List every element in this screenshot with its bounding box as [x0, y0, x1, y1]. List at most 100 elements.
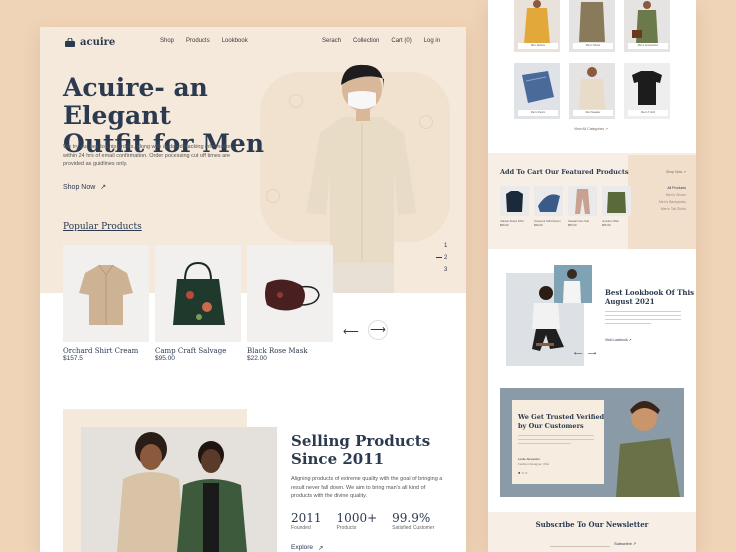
- product-price: $22.00: [247, 355, 267, 362]
- popular-products-heading[interactable]: Popular Products: [63, 222, 142, 232]
- trusted-title-line1: We Get Trusted Verified: [518, 413, 605, 421]
- category-label: Men's Accessories: [628, 43, 668, 49]
- hero-pager: 1 2 3: [436, 240, 447, 276]
- jacket-model-image: [524, 0, 550, 44]
- featured-item-shirt[interactable]: [500, 186, 529, 216]
- sweater-model-image: [579, 67, 605, 109]
- coat-image: [579, 2, 605, 42]
- green-jacket-image: [607, 192, 626, 213]
- pants-image: [575, 189, 590, 214]
- selling-body: Aligning products of extreme quality wit…: [291, 476, 443, 499]
- nav-left: Shop Products Lookbook: [160, 38, 248, 44]
- lookbook-body-lines: [605, 311, 681, 324]
- lookbook-arrows[interactable]: ⟵ ⟶: [574, 350, 596, 357]
- arrow-right-icon[interactable]: ⟶: [368, 320, 388, 340]
- models-photo: [81, 427, 277, 552]
- product-card-bag[interactable]: [155, 245, 241, 342]
- pager-1[interactable]: 1: [436, 240, 447, 252]
- newsletter-email-input[interactable]: [550, 543, 610, 547]
- newsletter-title: Subscribe To Our Newsletter: [535, 520, 649, 529]
- product-name[interactable]: Black Rose Mask: [247, 347, 308, 355]
- filter-item[interactable]: All Products: [656, 185, 686, 192]
- decor-circle: [266, 189, 280, 203]
- category-tile[interactable]: Men Sweater: [569, 63, 615, 119]
- arrow-left-icon[interactable]: ⟵: [343, 325, 359, 338]
- stat-products: 1000+ Products: [336, 511, 378, 531]
- shirt-image: [79, 264, 133, 325]
- view-all-categories-link[interactable]: View All Categories ↗: [574, 127, 608, 131]
- pager-2-active[interactable]: 2: [436, 252, 447, 264]
- category-tile[interactable]: Men Jackets: [514, 0, 560, 52]
- featured-info: Crescent Shirt Denim $99.00: [534, 219, 561, 227]
- stat-satisfied: 99.9% Satisfied Customer: [392, 511, 435, 531]
- product-info-3: Black Rose Mask $22.00: [247, 347, 308, 362]
- hero-title-line1: Acuire- an Elegant: [63, 73, 208, 130]
- featured-item-denim[interactable]: [534, 186, 563, 216]
- product-card-shirt[interactable]: [63, 245, 149, 342]
- pager-3[interactable]: 3: [436, 264, 447, 276]
- testimonial-model-image: [616, 401, 680, 497]
- bag-icon: [65, 38, 75, 47]
- nav-login[interactable]: Log in: [424, 38, 440, 44]
- stat-founded: 2011 Founded: [291, 511, 322, 531]
- nav-products[interactable]: Products: [186, 38, 210, 44]
- brand-logo[interactable]: acuire: [64, 37, 115, 48]
- featured-shop-now[interactable]: Shop Now ↗: [666, 170, 686, 174]
- nav-search[interactable]: Serach: [322, 38, 341, 44]
- mask-image: [265, 279, 320, 311]
- product-price: $95.00: [155, 355, 175, 362]
- explore-link[interactable]: Explore ↗: [291, 544, 324, 552]
- product-card-mask[interactable]: [247, 245, 333, 342]
- denim-image: [522, 71, 554, 103]
- category-tile[interactable]: Men's Denim: [514, 63, 560, 119]
- tshirt-image: [632, 71, 662, 105]
- hero-body: We try our bes to ship orders, along wit…: [63, 144, 234, 167]
- bag-image: [173, 261, 225, 325]
- nav-cart[interactable]: Cart (0): [391, 38, 411, 44]
- product-price: $157.5: [63, 355, 83, 362]
- shop-now-label: Shop Now: [63, 183, 96, 191]
- featured-info: Casual Cam Suit $55.00: [568, 219, 589, 227]
- arrow-up-right-icon: ↗: [318, 545, 324, 552]
- explore-label: Explore: [291, 544, 314, 551]
- featured-item-jacket[interactable]: [602, 186, 631, 216]
- featured-filter-list: All Products Men's Shoes Men's Backpacks…: [656, 185, 686, 213]
- category-label: Men's Shoes: [573, 43, 613, 49]
- category-label: Men's Denim: [518, 110, 558, 116]
- selling-title-line2: Since 2011: [291, 450, 385, 468]
- shop-now-link[interactable]: Shop Now ↗: [63, 183, 106, 192]
- landing-page-continued: Men Jackets Men's Shoes Men's Accessorie…: [488, 0, 696, 552]
- denim-shirt-image: [538, 194, 560, 212]
- stats-row: 2011 Founded 1000+ Products 99.9% Satisfied…: [291, 511, 434, 531]
- category-tile[interactable]: Men's Shoes: [569, 0, 615, 52]
- product-name[interactable]: Orchard Shirt Cream: [63, 347, 138, 355]
- product-name[interactable]: Camp Craft Salvage: [155, 347, 226, 355]
- brand-name: acuire: [80, 37, 116, 48]
- landing-page-main: acuire Shop Products Lookbook Serach Col…: [40, 27, 466, 552]
- trusted-title: We Get Trusted Verified by Our Customers: [518, 413, 604, 430]
- filter-item[interactable]: Men's Backpacks: [656, 199, 686, 206]
- filter-item[interactable]: Men's Tall Shirts: [656, 206, 686, 213]
- lookbook-title-line2: August 2021: [605, 297, 655, 306]
- trusted-body-lines: [518, 435, 594, 444]
- category-tile[interactable]: Men's T-shirt: [624, 63, 670, 119]
- featured-info: Junction Shirt $65.00: [602, 219, 619, 227]
- category-label: Men Sweater: [573, 110, 613, 116]
- lookbook-photo-small: [554, 265, 592, 303]
- lookbook-title-line1: Best Lookbook Of This: [605, 288, 695, 297]
- selling-title: Selling Products Since 2011: [291, 432, 430, 468]
- carousel-dots[interactable]: ● ○ ○: [518, 470, 527, 475]
- category-label: Men Jackets: [518, 43, 558, 49]
- nav-shop[interactable]: Shop: [160, 38, 174, 44]
- product-info-1: Orchard Shirt Cream $157.5: [63, 347, 138, 362]
- nav-lookbook[interactable]: Lookbook: [222, 38, 248, 44]
- featured-item-pants[interactable]: [568, 186, 597, 216]
- filter-item[interactable]: Men's Shoes: [656, 192, 686, 199]
- featured-title: Add To Cart Our Featured Products: [500, 168, 629, 176]
- subscribe-button[interactable]: Subscribe ↗: [614, 541, 636, 546]
- selling-title-line1: Selling Products: [291, 432, 431, 450]
- visit-lookbook-link[interactable]: Visit Lookbook ↗: [605, 338, 632, 342]
- category-tile[interactable]: Men's Accessories: [624, 0, 670, 52]
- author-role: Fashion Designer, USA: [518, 462, 550, 466]
- nav-collection[interactable]: Collection: [353, 38, 379, 44]
